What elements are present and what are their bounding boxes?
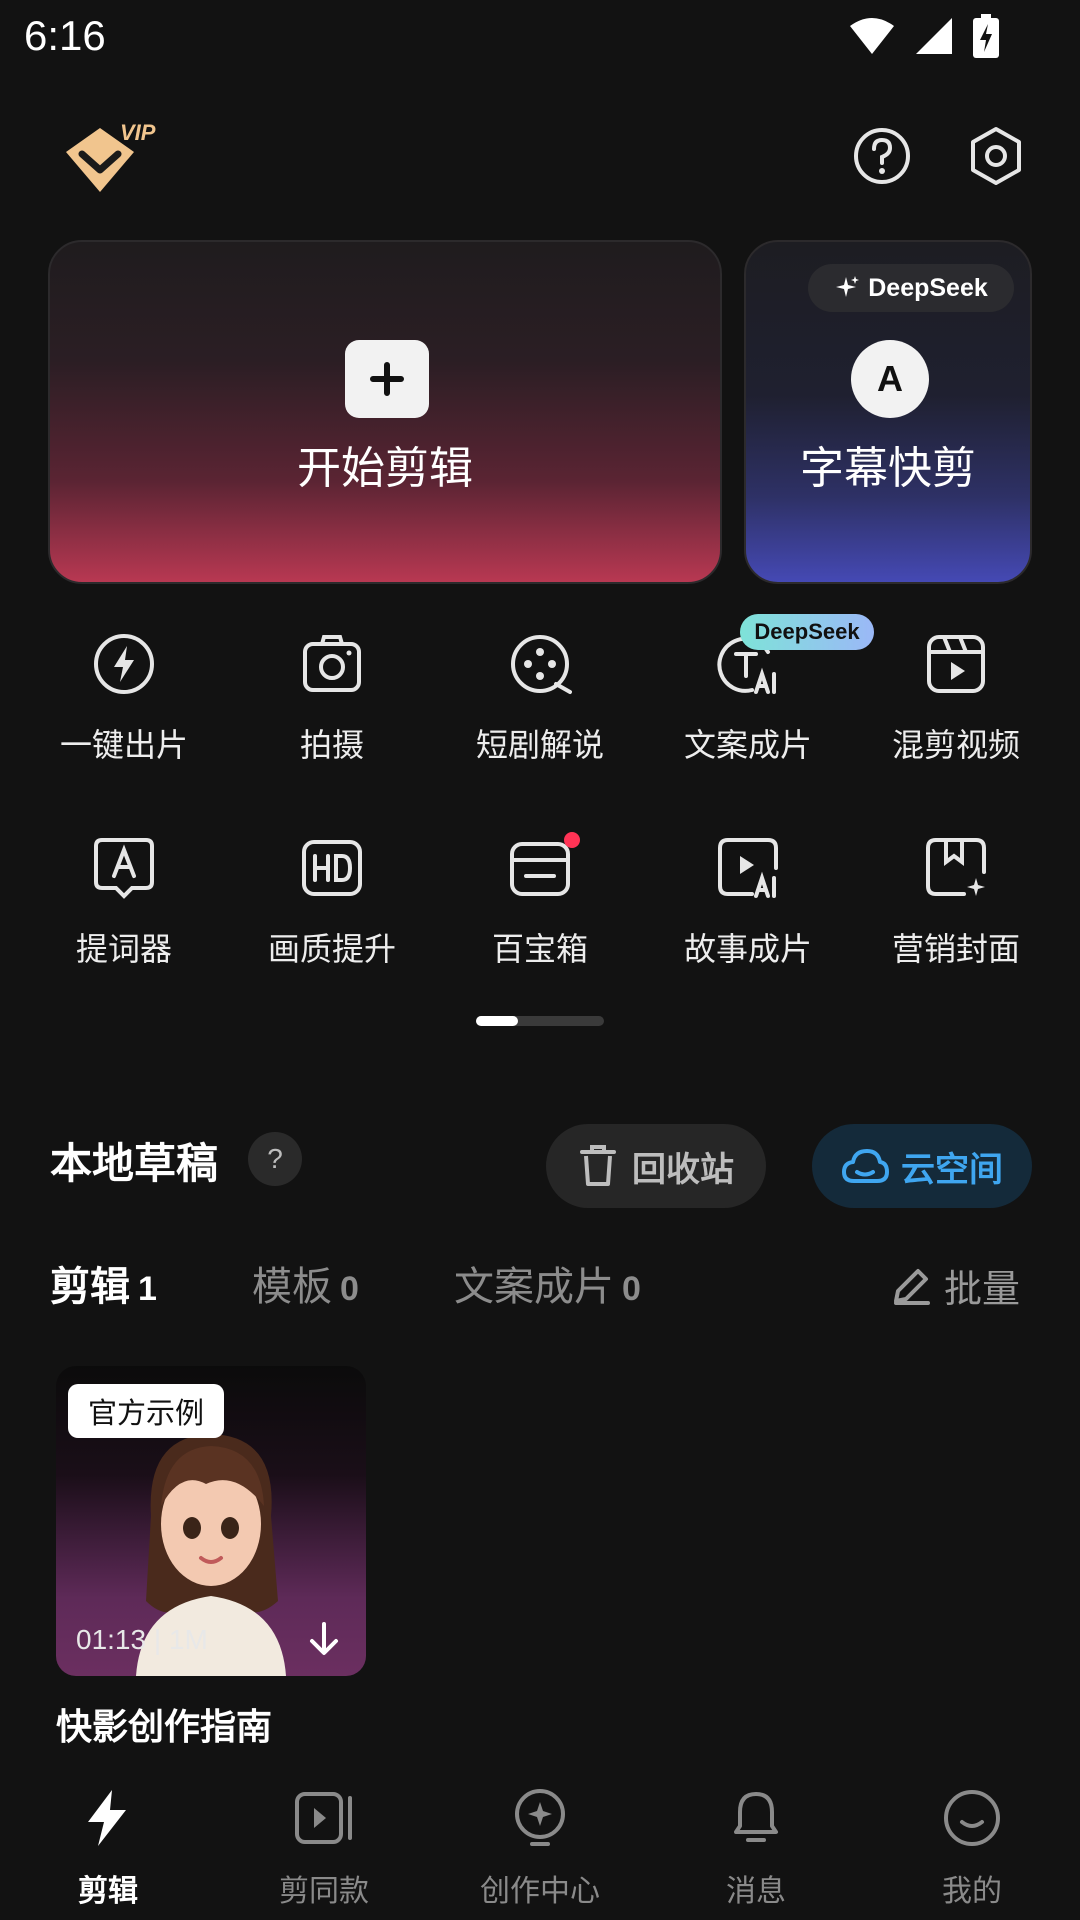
- nav-label: 消息: [726, 1874, 786, 1909]
- draft-meta: 01:13 | 1M: [76, 1624, 208, 1655]
- hd-icon: [302, 840, 362, 896]
- tool-label: 提词器: [75, 930, 172, 968]
- toolbox-icon: [510, 842, 570, 896]
- drafts-title: 本地草稿: [50, 1139, 219, 1188]
- draft-thumbnail[interactable]: 官方示例 01:13 | 1M: [56, 1366, 366, 1676]
- cloud-icon: [842, 1149, 889, 1183]
- settings-icon[interactable]: [966, 126, 1026, 186]
- batch-button[interactable]: 批量: [890, 1258, 1020, 1313]
- lightning-icon: [88, 1790, 126, 1846]
- lightning-icon: [94, 634, 154, 694]
- subtitle-edit-label: 字幕快剪: [800, 443, 976, 494]
- deepseek-tool-badge: DeepSeek: [740, 614, 874, 650]
- nav-edit[interactable]: 剪辑: [0, 1780, 216, 1910]
- tool-quality-upgrade[interactable]: 画质提升: [228, 824, 436, 984]
- tab-count: 0: [340, 1270, 359, 1308]
- tool-label: 拍摄: [299, 726, 364, 764]
- start-edit-card[interactable]: 开始剪辑: [48, 240, 722, 584]
- nav-label: 剪同款: [279, 1874, 369, 1909]
- nav-creation-center[interactable]: 创作中心: [432, 1780, 648, 1910]
- recycle-bin-button[interactable]: 回收站: [546, 1124, 766, 1208]
- draft-title: 快影创作指南: [56, 1707, 273, 1748]
- tool-marketing-cover[interactable]: 营销封面: [852, 824, 1060, 984]
- plus-icon: [345, 340, 429, 418]
- help-icon[interactable]: [852, 126, 912, 186]
- tab-edit[interactable]: 剪辑 1: [50, 1254, 157, 1312]
- cloud-space-label: 云空间: [901, 1149, 1003, 1190]
- tab-copy-video[interactable]: 文案成片 0: [454, 1254, 641, 1312]
- tool-toolbox[interactable]: 百宝箱: [436, 824, 644, 984]
- tool-label: 一键出片: [59, 726, 188, 764]
- nav-messages[interactable]: 消息: [648, 1780, 864, 1910]
- sparkle-icon: [836, 276, 860, 297]
- teleprompter-icon: [94, 838, 154, 899]
- tab-template[interactable]: 模板 0: [252, 1254, 359, 1312]
- tab-label: 文案成片: [454, 1264, 614, 1310]
- page-indicator-active: [476, 1016, 518, 1026]
- download-icon[interactable]: [304, 1620, 344, 1660]
- tool-shoot[interactable]: 拍摄: [228, 620, 436, 780]
- tool-teleprompter[interactable]: 提词器: [20, 824, 228, 984]
- bell-icon: [734, 1792, 778, 1842]
- deepseek-badge: DeepSeek: [808, 264, 1014, 312]
- batch-label: 批量: [943, 1267, 1020, 1311]
- bottom-nav: 剪辑 剪同款 创作中心 消息 我的: [0, 1760, 1080, 1920]
- camera-icon: [303, 635, 361, 692]
- tab-label: 剪辑: [50, 1264, 130, 1310]
- tool-label: 文案成片: [683, 726, 812, 764]
- status-time: 6:16: [24, 12, 106, 59]
- drafts-help-icon[interactable]: ?: [248, 1132, 302, 1186]
- nav-label: 创作中心: [480, 1874, 600, 1909]
- tab-count: 1: [138, 1270, 157, 1308]
- page-indicator: [476, 1016, 604, 1026]
- letter-a-icon: A: [851, 340, 929, 418]
- tool-label: 故事成片: [683, 930, 812, 968]
- tool-label: 营销封面: [891, 930, 1020, 968]
- tool-label: 混剪视频: [891, 726, 1020, 764]
- clapper-icon: [927, 635, 985, 693]
- nav-me[interactable]: 我的: [864, 1780, 1080, 1910]
- tool-label: 画质提升: [267, 930, 396, 968]
- tool-short-drama[interactable]: 短剧解说: [436, 620, 644, 780]
- signal-icon: [916, 18, 952, 54]
- tab-count: 0: [622, 1270, 641, 1308]
- recycle-bin-label: 回收站: [632, 1149, 734, 1190]
- trash-icon: [580, 1145, 616, 1186]
- cloud-space-button[interactable]: 云空间: [812, 1124, 1032, 1208]
- tab-label: 模板: [252, 1264, 332, 1310]
- cover-icon: [926, 838, 986, 896]
- tool-label: 短剧解说: [475, 726, 604, 764]
- film-reel-icon: [511, 635, 572, 694]
- header: VIP: [0, 110, 1080, 210]
- status-icons: [848, 14, 1000, 58]
- video-ai-icon: [718, 838, 778, 898]
- video-template-icon: [295, 1792, 352, 1844]
- official-example-tag: 官方示例: [68, 1384, 225, 1438]
- tool-label: 百宝箱: [491, 930, 588, 968]
- nav-label: 我的: [942, 1874, 1002, 1909]
- subtitle-edit-card[interactable]: DeepSeek A 字幕快剪: [744, 240, 1032, 584]
- start-edit-label: 开始剪辑: [297, 443, 473, 494]
- deepseek-badge-label: DeepSeek: [868, 273, 988, 302]
- nav-same-style[interactable]: 剪同款: [216, 1780, 432, 1910]
- vip-text: VIP: [120, 120, 156, 145]
- smile-icon: [944, 1790, 1000, 1846]
- tool-one-click[interactable]: 一键出片: [20, 620, 228, 780]
- battery-charging-icon: [973, 14, 999, 58]
- notification-dot: [564, 832, 580, 848]
- nav-label: 剪辑: [78, 1874, 138, 1909]
- tool-mix-video[interactable]: 混剪视频: [852, 620, 1060, 780]
- pencil-icon: [893, 1268, 930, 1305]
- tool-story-video[interactable]: 故事成片: [644, 824, 852, 984]
- status-bar: 6:16: [0, 0, 1080, 76]
- wifi-icon: [850, 18, 894, 54]
- bulb-icon: [515, 1789, 565, 1846]
- drafts-tabs: 剪辑 1 模板 0 文案成片 0 批量: [50, 1254, 1040, 1314]
